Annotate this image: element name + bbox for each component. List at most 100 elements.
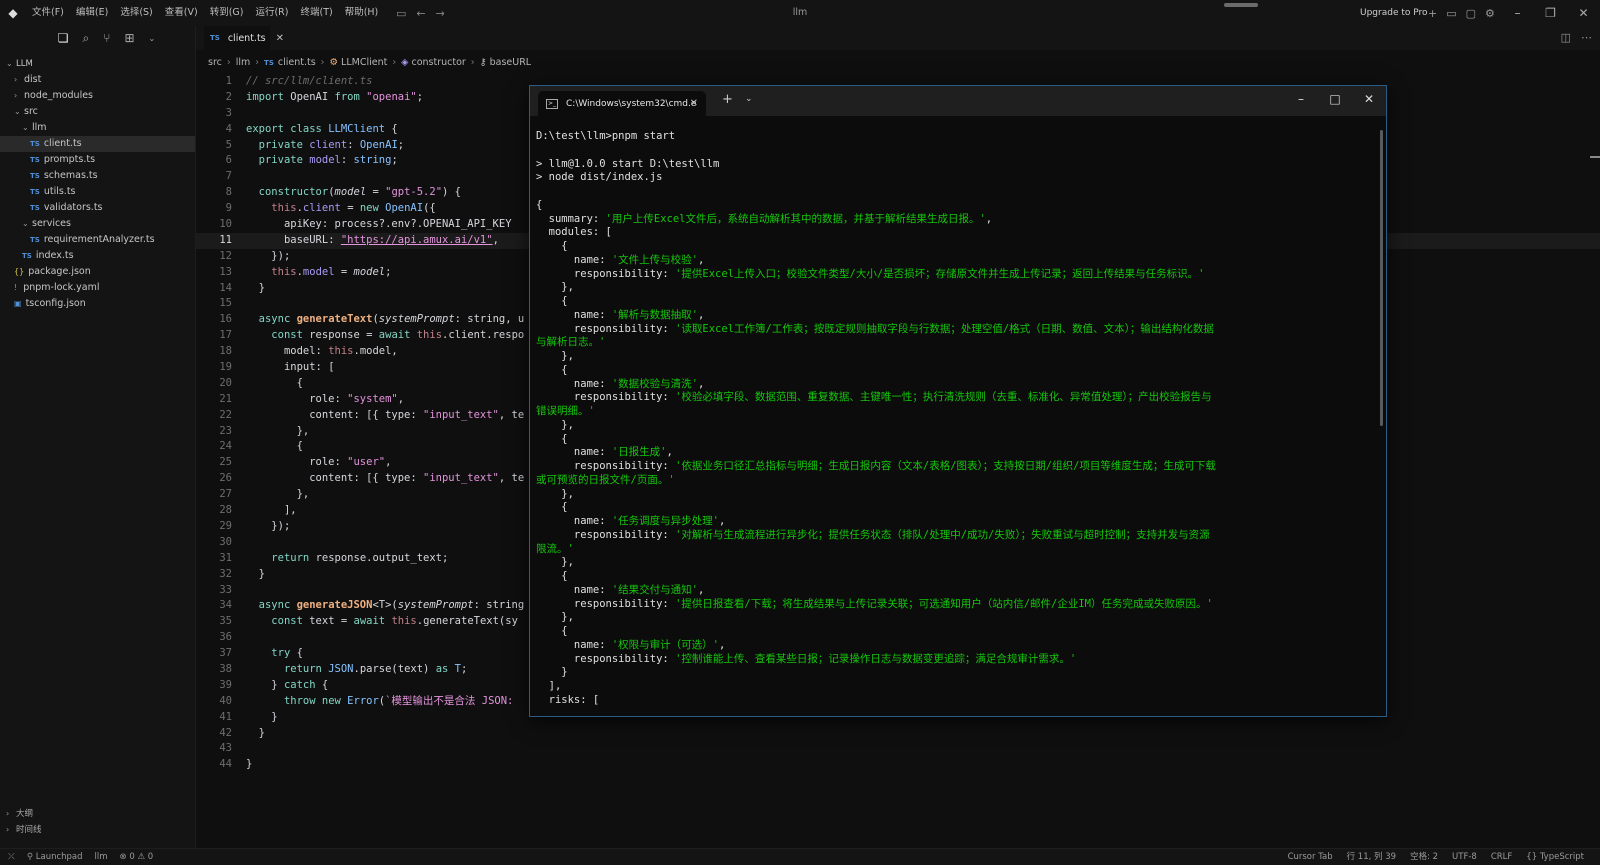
more-actions-icon[interactable]: ⋯ bbox=[1581, 26, 1592, 50]
tree-folder[interactable]: ⌄ src bbox=[0, 104, 195, 120]
menu-item[interactable]: 文件(F) bbox=[26, 0, 70, 26]
terminal-title-bar: >_ C:\Windows\system32\cmd.e ✕ + ⌄ – □ ✕ bbox=[530, 86, 1386, 116]
explorer-icon[interactable]: ❏ bbox=[58, 31, 69, 45]
end-of-line[interactable]: CRLF bbox=[1491, 849, 1512, 865]
tree-file[interactable]: ▣ tsconfig.json bbox=[0, 296, 195, 312]
menu-item[interactable]: 帮助(H) bbox=[339, 0, 385, 26]
language-mode[interactable]: {} TypeScript bbox=[1526, 849, 1584, 865]
terminal-text: responsibility: bbox=[536, 267, 676, 280]
minimize-icon[interactable]: – bbox=[1284, 86, 1318, 116]
new-tab-icon[interactable]: + bbox=[722, 92, 733, 107]
close-icon[interactable]: ✕ bbox=[1352, 86, 1386, 116]
restore-icon[interactable]: ❐ bbox=[1534, 0, 1567, 26]
outline-section[interactable]: › 大纲 bbox=[0, 806, 196, 822]
tree-item-label: llm bbox=[32, 122, 47, 133]
chevron-right-icon: › bbox=[6, 825, 10, 834]
gear-icon[interactable]: ⚙ bbox=[1485, 7, 1495, 20]
terminal-text: ], bbox=[536, 680, 562, 692]
close-icon[interactable]: ✕ bbox=[276, 33, 284, 44]
menu-item[interactable]: 编辑(E) bbox=[70, 0, 114, 26]
timeline-section[interactable]: › 时间线 bbox=[0, 822, 196, 838]
breadcrumb-separator: › bbox=[392, 56, 397, 68]
extensions-icon[interactable]: ⊞ bbox=[124, 31, 134, 45]
tree-file[interactable]: {} package.json bbox=[0, 264, 195, 280]
indentation[interactable]: 空格: 2 bbox=[1410, 849, 1438, 865]
panel-icon[interactable]: ▭ bbox=[1446, 7, 1456, 20]
tree-folder[interactable]: ⌄ llm bbox=[0, 120, 195, 136]
terminal-window-controls: – □ ✕ bbox=[1284, 86, 1386, 116]
terminal-scrollbar[interactable] bbox=[1380, 130, 1383, 426]
terminal-string: '权限与审计（可选）' bbox=[611, 638, 720, 651]
file-tree: ⌄ LLM › dist › node_modules ⌄ src ⌄ llm TS client.… bbox=[0, 56, 195, 312]
cursor-tab-status[interactable]: Cursor Tab bbox=[1288, 849, 1333, 865]
breadcrumb-item[interactable]: ⚙ LLMClient bbox=[329, 57, 387, 68]
tree-file[interactable]: TS prompts.ts bbox=[0, 152, 195, 168]
breadcrumb-item[interactable]: llm bbox=[236, 57, 251, 68]
minimize-icon[interactable]: – bbox=[1501, 0, 1534, 26]
terminal-text: responsibility: bbox=[536, 528, 676, 541]
terminal-tab[interactable]: >_ C:\Windows\system32\cmd.e ✕ bbox=[538, 91, 706, 116]
terminal-text: name: bbox=[536, 253, 612, 266]
tree-file[interactable]: TS validators.ts bbox=[0, 200, 195, 216]
cmd-icon: >_ bbox=[546, 98, 558, 109]
menu-item[interactable]: 转到(G) bbox=[204, 0, 250, 26]
breadcrumb-item[interactable]: TS client.ts bbox=[264, 57, 316, 68]
explorer-root[interactable]: ⌄ LLM bbox=[0, 56, 195, 72]
tab-client-ts[interactable]: TS client.ts ✕ bbox=[204, 26, 284, 50]
cursor-logo-icon[interactable]: ◆ bbox=[0, 0, 26, 26]
upgrade-to-pro-button[interactable]: Upgrade to Pro bbox=[1360, 0, 1428, 26]
terminal-output[interactable]: D:\test\llm>pnpm start > llm@1.0.0 start … bbox=[536, 130, 1372, 708]
tree-folder[interactable]: › dist bbox=[0, 72, 195, 88]
breadcrumb-item[interactable]: ⚷ baseURL bbox=[480, 57, 531, 68]
launchpad-item[interactable]: ⚲ Launchpad bbox=[27, 852, 83, 862]
tree-folder[interactable]: ⌄ services bbox=[0, 216, 195, 232]
tree-item-label: dist bbox=[24, 74, 42, 85]
terminal-string: '读取Excel工作簿/工作表；按既定规则抽取字段与行数据；处理空值/格式（日期… bbox=[675, 322, 1214, 335]
chevron-down-icon[interactable]: ⌄ bbox=[745, 94, 753, 104]
terminal-text: , bbox=[719, 638, 726, 651]
breadcrumb-label: client.ts bbox=[277, 56, 316, 68]
close-icon[interactable]: ✕ bbox=[690, 98, 698, 109]
close-icon[interactable]: ✕ bbox=[1567, 0, 1600, 26]
split-editor-icon[interactable]: ◫ bbox=[1561, 26, 1571, 50]
menu-item[interactable]: 终端(T) bbox=[294, 0, 338, 26]
tree-file[interactable]: ! pnpm-lock.yaml bbox=[0, 280, 195, 296]
tree-file[interactable]: TS client.ts bbox=[0, 136, 195, 152]
plus-icon[interactable]: + bbox=[1428, 7, 1437, 20]
terminal-line: }, bbox=[536, 350, 1372, 364]
typescript-file-icon: TS bbox=[30, 236, 40, 244]
remote-icon[interactable]: ⤫ bbox=[8, 852, 15, 862]
tree-file[interactable]: TS index.ts bbox=[0, 248, 195, 264]
search-icon[interactable]: ⌕ bbox=[83, 31, 90, 46]
terminal-line: 或可预览的日报文件/页面。' bbox=[536, 474, 1372, 488]
tree-folder[interactable]: › node_modules bbox=[0, 88, 195, 104]
tree-file[interactable]: TS schemas.ts bbox=[0, 168, 195, 184]
menu-item[interactable]: 选择(S) bbox=[114, 0, 158, 26]
terminal-string: '结果交付与通知' bbox=[611, 583, 699, 596]
terminal-line: }, bbox=[536, 611, 1372, 625]
encoding[interactable]: UTF-8 bbox=[1452, 849, 1477, 865]
terminal-text: responsibility: bbox=[536, 597, 676, 610]
terminal-line: risks: [ bbox=[536, 694, 1372, 708]
breadcrumb-label: src bbox=[208, 56, 222, 68]
maximize-icon[interactable]: □ bbox=[1318, 86, 1352, 116]
tree-file[interactable]: TS utils.ts bbox=[0, 184, 195, 200]
chat-icon[interactable]: ▢ bbox=[1466, 7, 1476, 20]
breadcrumb-item[interactable]: src bbox=[208, 57, 222, 68]
toggle-sidebar-icon[interactable]: ▭ bbox=[396, 7, 406, 20]
problems-indicator[interactable]: ⊗ 0 ⚠ 0 bbox=[120, 852, 154, 862]
terminal-text: }, bbox=[536, 350, 574, 362]
source-control-icon[interactable]: ⑂ bbox=[103, 31, 110, 45]
tree-file[interactable]: TS requirementAnalyzer.ts bbox=[0, 232, 195, 248]
terminal-line: { bbox=[536, 570, 1372, 584]
menu-item[interactable]: 查看(V) bbox=[159, 0, 204, 26]
breadcrumb-item[interactable]: ◈ constructor bbox=[401, 57, 466, 68]
cursor-position[interactable]: 行 11, 列 39 bbox=[1347, 849, 1396, 865]
chevron-down-icon[interactable]: ⌄ bbox=[149, 34, 156, 43]
back-arrow-icon[interactable]: ← bbox=[416, 7, 425, 20]
menu-item[interactable]: 运行(R) bbox=[249, 0, 294, 26]
terminal-text: , bbox=[698, 308, 705, 321]
forward-arrow-icon[interactable]: → bbox=[436, 7, 445, 20]
json-file-icon: {} bbox=[14, 267, 25, 276]
project-name[interactable]: llm bbox=[95, 852, 108, 862]
